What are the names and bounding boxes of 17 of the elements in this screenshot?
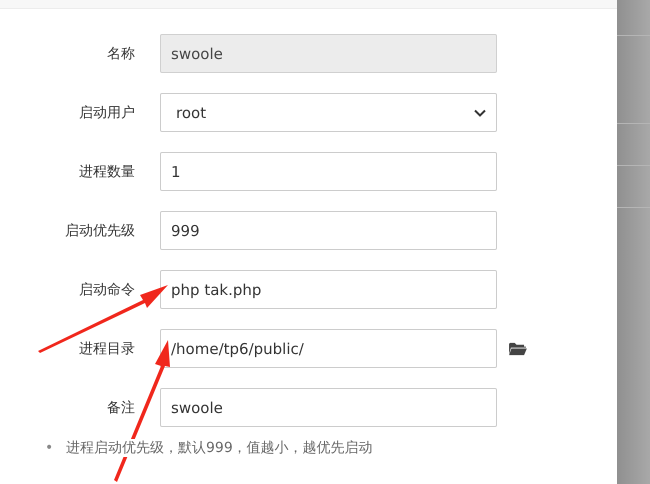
input-field[interactable]: swoole bbox=[160, 34, 497, 73]
field-label: 启动优先级 bbox=[64, 222, 135, 240]
input-field[interactable]: /home/tp6/public/ bbox=[160, 329, 497, 368]
field-label: 备注 bbox=[106, 398, 135, 416]
folder-icon[interactable] bbox=[508, 341, 527, 356]
input-field[interactable]: 999 bbox=[160, 211, 497, 250]
input-field[interactable]: 1 bbox=[160, 152, 497, 191]
input-field[interactable]: php tak.php bbox=[160, 270, 497, 309]
hint-text: 进程启动优先级，默认999，值越小，越优先启动 bbox=[66, 439, 373, 457]
input-field[interactable]: swoole bbox=[160, 388, 497, 427]
field-label: 启动用户 bbox=[78, 104, 135, 122]
field-label: 启动命令 bbox=[78, 280, 135, 298]
chevron-down-icon bbox=[474, 108, 486, 116]
field-label: 名称 bbox=[106, 44, 135, 62]
field-label: 进程目录 bbox=[78, 340, 135, 358]
select-field[interactable]: root bbox=[160, 93, 497, 132]
field-label: 进程数量 bbox=[78, 162, 135, 180]
